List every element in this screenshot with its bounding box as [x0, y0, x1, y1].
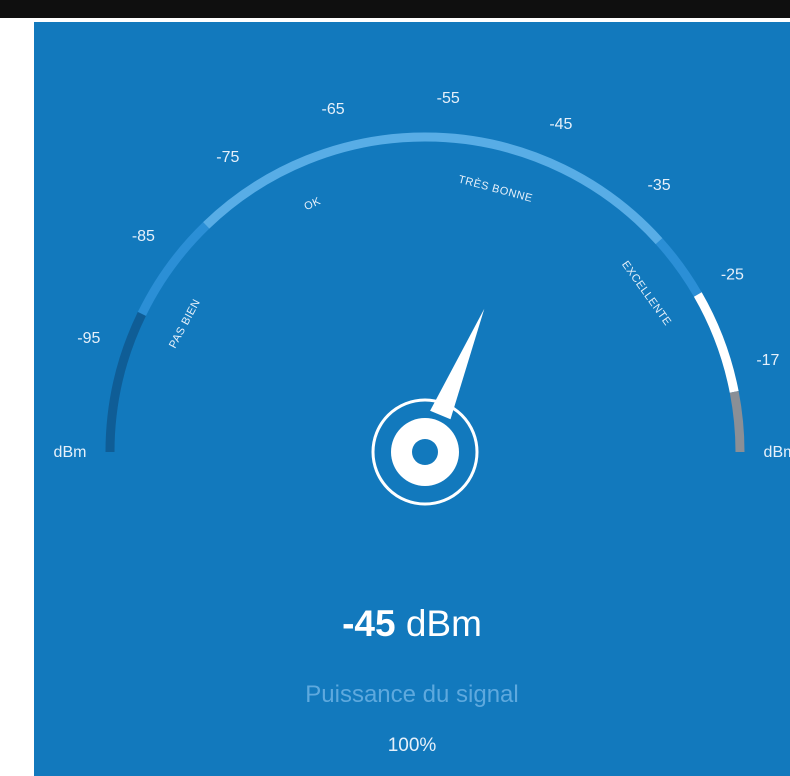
- signal-reading-unit: dBm: [395, 603, 482, 644]
- signal-gauge: dBm -95 -85 -75 -65 -55 -45 -35 -25 -17 dBm PAS BI…: [54, 90, 790, 506]
- signal-reading-value: -45: [342, 603, 396, 644]
- gauge-arc-segment-light: [203, 132, 663, 245]
- gauge-tick-label: -35: [648, 177, 671, 194]
- gauge-arc-segment-mid-right: [655, 238, 702, 297]
- screen: dBm -95 -85 -75 -65 -55 -45 -35 -25 -17 dBm PAS BI…: [0, 0, 790, 776]
- gauge-tick-label: -95: [77, 330, 100, 347]
- signal-percent: 100%: [387, 735, 437, 756]
- gauge-tick-label: -17: [756, 352, 779, 369]
- gauge-quality-label: OK: [302, 195, 322, 213]
- gauge-quality-label: TRÈS BONNE: [457, 173, 534, 205]
- gauge-tick-label: dBm: [764, 444, 790, 461]
- gauge-tick-label: -65: [322, 101, 345, 118]
- gauge-hub-center: [412, 439, 438, 465]
- gauge-arc-segment-gray: [729, 391, 745, 453]
- gauge-quality-label: PAS BIEN: [167, 297, 203, 350]
- gauge-arc-segment-white: [693, 292, 739, 393]
- gauge-tick-label: -25: [721, 267, 744, 284]
- gauge-quality-label: EXCELLENTE: [619, 259, 673, 328]
- gauge-arc-segment-dark: [105, 311, 146, 453]
- gauge-hub: [371, 398, 479, 506]
- signal-strength-label: Puissance du signal: [305, 681, 519, 708]
- gauge-tick-label: -85: [132, 228, 155, 245]
- gauge-tick-label: -55: [437, 90, 460, 107]
- signal-reading: -45 dBm: [34, 602, 790, 646]
- gauge-tick-label: dBm: [54, 444, 87, 461]
- gauge-tick-label: -45: [549, 116, 572, 133]
- gauge-tick-label: -75: [216, 149, 239, 166]
